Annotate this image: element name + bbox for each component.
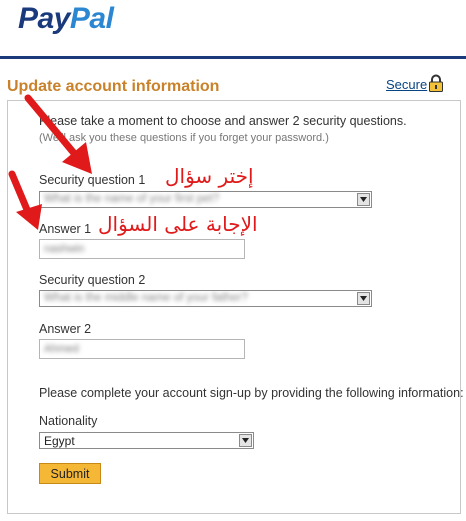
secure-link[interactable]: Secure [386,77,427,92]
paypal-logo: PayPal [18,2,114,36]
logo-pal: Pal [69,2,114,35]
chevron-down-icon [239,434,252,447]
red-arrow-icon [8,170,42,230]
annotation-choose-question: إختر سؤال [165,164,254,188]
complete-signup-text: Please complete your account sign-up by … [39,386,464,400]
logo-pay: Pay [18,2,70,35]
security-question-2-value: What is the middle name of your father? [44,292,248,304]
answer-1-input[interactable]: nashwin [39,239,245,259]
nationality-select[interactable]: Egypt [39,432,254,449]
lock-icon [429,74,443,92]
answer-2-value: Ahmed [44,343,79,355]
security-question-2-label: Security question 2 [39,273,146,287]
chevron-down-icon [357,292,370,305]
chevron-down-icon [357,193,370,206]
security-question-2-select[interactable]: What is the middle name of your father? [39,290,372,307]
submit-button[interactable]: Submit [39,463,101,484]
answer-1-value: nashwin [44,243,85,255]
answer-2-label: Answer 2 [39,322,92,336]
header-rule [0,56,466,59]
nationality-label: Nationality [39,414,98,428]
annotation-answer-question: الإجابة على السؤال [98,212,258,236]
answer-2-input[interactable]: Ahmed [39,339,245,359]
security-question-1-select[interactable]: What is the name of your first pet? [39,191,372,208]
security-question-1-value: What is the name of your first pet? [44,193,220,205]
nationality-value: Egypt [44,434,75,448]
